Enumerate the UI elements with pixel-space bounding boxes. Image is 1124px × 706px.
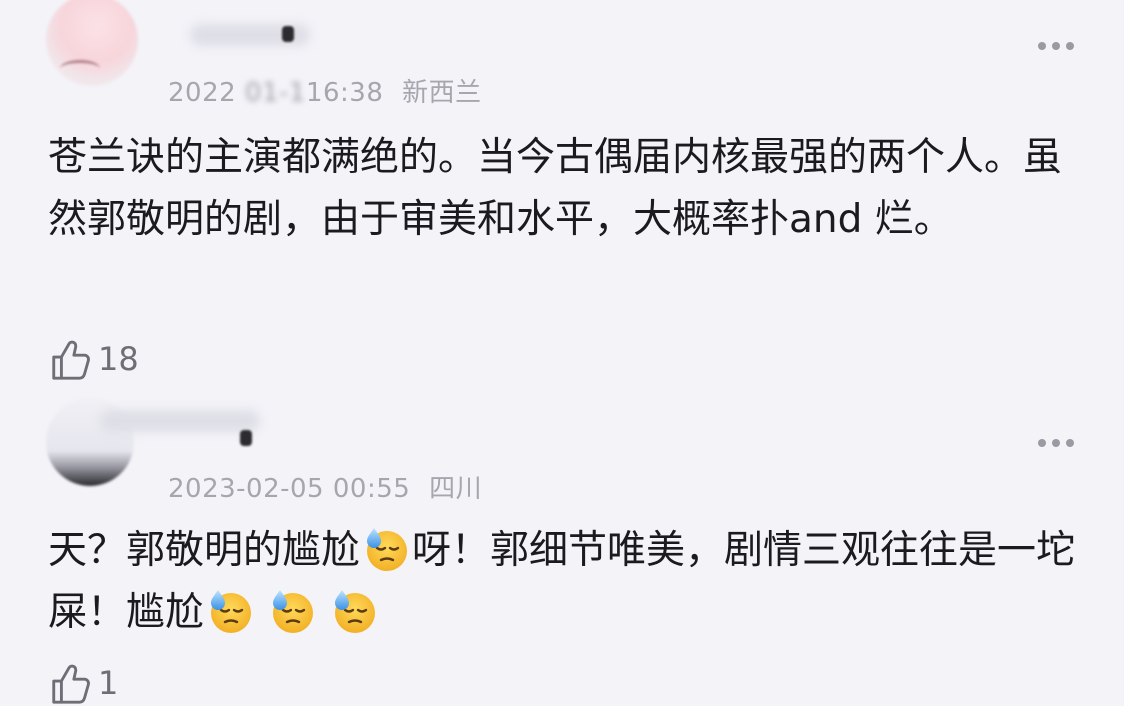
thumbs-up-icon (48, 660, 94, 706)
sweat-emoji-icon (268, 587, 316, 635)
like-button[interactable]: 1 (48, 660, 118, 706)
redacted-date: 01-1 (236, 78, 306, 108)
comment-location: 新西兰 (402, 78, 482, 108)
like-count: 1 (98, 664, 119, 702)
sweat-emoji-icon (206, 587, 254, 635)
username-fragment (282, 26, 294, 42)
more-dot (1038, 439, 1046, 447)
more-dot (1052, 42, 1060, 50)
sweat-emoji-icon (362, 525, 410, 573)
like-count: 18 (98, 340, 139, 378)
comment-meta: 2023-02-05 00:55 四川 (168, 468, 482, 505)
comment-date: 2022 (168, 78, 237, 108)
more-dot (1052, 439, 1060, 447)
comment-card: 2022 01-116:38 新西兰 苍兰诀的主演都满绝的。当今古偶届内核最强的… (0, 0, 1124, 340)
sweat-emoji-icon (330, 587, 378, 635)
comment-text: 苍兰诀的主演都满绝的。当今古偶届内核最强的两个人。虽然郭敬明的剧，由于审美和水平… (48, 135, 1063, 242)
comment-text-part: 天？郭敬明的尴尬 (48, 528, 361, 573)
thumbs-up-icon (48, 336, 94, 382)
username-redacted[interactable] (100, 410, 260, 432)
comment-text: 天？郭敬明的尴尬 呀！郭细节唯美，剧情三观往往是一坨屎！尴尬 (48, 520, 1088, 644)
comment-card: 2023-02-05 00:55 四川 天？郭敬明的尴尬 呀！郭细节唯美，剧情三观… (0, 380, 1124, 702)
avatar[interactable] (46, 0, 138, 86)
comment-time: 16:38 (305, 78, 384, 108)
comment-date: 2023-02-05 00:55 (168, 474, 411, 504)
comment-meta: 2022 01-116:38 新西兰 (168, 72, 482, 109)
more-dot (1066, 439, 1074, 447)
like-button[interactable]: 18 (48, 336, 139, 382)
more-icon[interactable] (1038, 42, 1074, 50)
more-icon[interactable] (1038, 439, 1074, 447)
more-dot (1066, 42, 1074, 50)
comment-location: 四川 (429, 474, 483, 504)
username-fragment (240, 430, 252, 446)
more-dot (1038, 42, 1046, 50)
